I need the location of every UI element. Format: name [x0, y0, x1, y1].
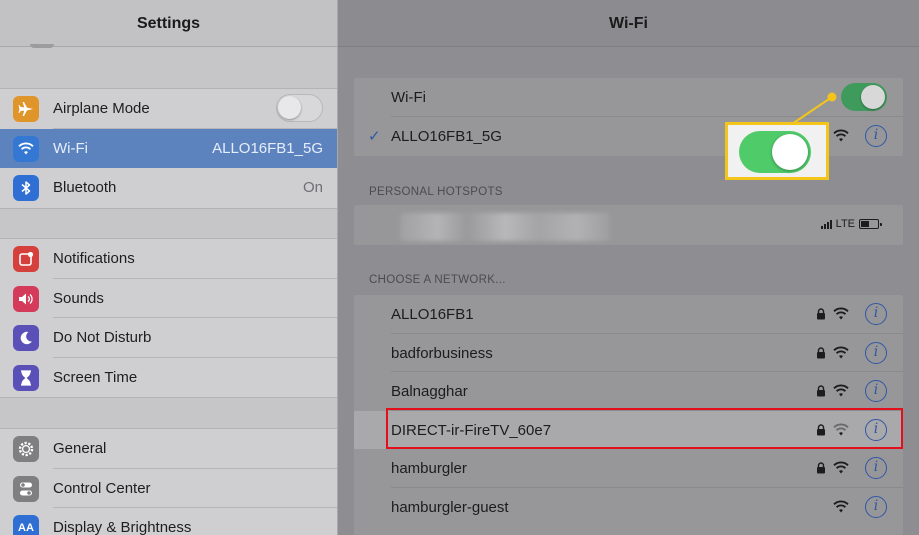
info-icon[interactable]: i [865, 380, 887, 402]
highlighted-network-box [386, 408, 903, 449]
airplane-icon [13, 96, 39, 122]
gear-icon [13, 436, 39, 462]
sidebar-item-notifications[interactable]: Notifications [0, 239, 337, 279]
notifications-icon [13, 246, 39, 272]
wifi-signal-icon [833, 384, 849, 397]
switches-icon [13, 475, 39, 502]
sidebar-item-label: Control Center [53, 479, 151, 497]
sidebar-item-control-center[interactable]: Control Center [0, 469, 337, 508]
sidebar-item-general[interactable]: General [0, 429, 337, 469]
wifi-signal-icon [833, 461, 849, 474]
sidebar-item-display-brightness[interactable]: AA Display & Brightness [0, 508, 337, 535]
notifications-group: Notifications Sounds Do Not Disturb Scre… [0, 238, 337, 398]
wifi-toggle-callout [725, 122, 829, 180]
display-icon: AA [13, 515, 39, 535]
airplane-mode-toggle[interactable] [276, 94, 323, 122]
sidebar-title: Settings [136, 15, 201, 32]
network-name: hamburgler-guest [391, 498, 509, 516]
bluetooth-icon [13, 175, 39, 201]
sidebar-item-do-not-disturb[interactable]: Do Not Disturb [0, 318, 337, 358]
wifi-icon [13, 135, 39, 162]
hourglass-icon [13, 364, 39, 391]
scrolled-row-edge [30, 44, 54, 48]
info-icon[interactable]: i [865, 457, 887, 479]
hotspot-card: LTE [354, 205, 903, 245]
network-row[interactable]: badforbusiness i [354, 334, 903, 372]
hotspot-status: LTE [820, 218, 882, 230]
networks-header: CHOOSE A NETWORK... [369, 274, 506, 286]
checkmark-icon: ✓ [368, 127, 381, 145]
sidebar-item-label: General [53, 440, 107, 457]
info-icon[interactable]: i [865, 495, 887, 518]
sidebar-item-value: ALLO16FB1_5G [212, 139, 323, 157]
network-name: badforbusiness [391, 344, 493, 362]
wifi-signal-icon [833, 346, 849, 358]
moon-icon [13, 325, 39, 351]
network-name: ALLO16FB1 [391, 306, 474, 323]
sidebar-item-sounds[interactable]: Sounds [0, 279, 337, 318]
hotspot-row[interactable]: LTE [354, 205, 903, 244]
sidebar-item-bluetooth[interactable]: Bluetooth On [0, 168, 337, 208]
general-group: General Control Center AA Display & Brig… [0, 428, 337, 535]
lock-icon [817, 462, 825, 474]
network-row[interactable]: hamburgler i [354, 449, 903, 488]
lock-icon [817, 308, 825, 320]
lock-icon [817, 385, 825, 397]
wifi-signal-icon [833, 307, 849, 320]
wifi-toggle-label: Wi-Fi [391, 89, 426, 106]
blurred-hotspot-name [400, 213, 610, 241]
sidebar-item-wifi[interactable]: Wi-Fi ALLO16FB1_5G [0, 128, 337, 168]
detail-title: Wi-Fi [609, 15, 648, 32]
cellular-signal-icon [820, 219, 832, 229]
detail-header: Wi-Fi [338, 0, 919, 47]
network-row[interactable]: hamburgler-guest i [354, 488, 903, 527]
connected-network-name: ALLO16FB1_5G [391, 127, 502, 145]
sidebar-item-airplane-mode[interactable]: Airplane Mode [0, 89, 337, 129]
sidebar-item-screen-time[interactable]: Screen Time [0, 358, 337, 398]
sidebar-item-label: Sounds [53, 289, 104, 307]
wifi-toggle-row: Wi-Fi [354, 78, 903, 117]
wifi-toggle[interactable] [841, 83, 887, 111]
hotspots-header: PERSONAL HOTSPOTS [369, 186, 503, 198]
wifi-signal-icon [833, 500, 849, 512]
sidebar-item-label: Screen Time [53, 368, 138, 386]
lock-icon [817, 346, 825, 358]
sidebar-item-value: On [302, 179, 323, 196]
connectivity-group: Airplane Mode Wi-Fi ALLO16FB1_5G Bluetoo… [0, 88, 337, 209]
settings-sidebar: Settings Airplane Mode Wi-Fi ALLO16FB1_5… [0, 0, 337, 535]
speaker-icon [13, 285, 39, 312]
battery-icon [859, 219, 882, 229]
network-name: hamburgler [391, 460, 467, 477]
network-row[interactable]: ALLO16FB1 i [354, 295, 903, 334]
sidebar-item-label: Airplane Mode [53, 100, 150, 117]
info-icon[interactable]: i [865, 303, 887, 325]
zoomed-wifi-toggle [739, 131, 811, 173]
network-name: Balnagghar [391, 383, 468, 400]
wifi-signal-icon [833, 129, 849, 141]
info-icon[interactable]: i [865, 124, 887, 147]
sidebar-header: Settings [0, 0, 337, 48]
sidebar-item-label: Wi-Fi [53, 139, 88, 157]
network-row[interactable]: Balnagghar i [354, 372, 903, 411]
sidebar-item-label: Notifications [53, 250, 135, 267]
sidebar-item-label: Display & Brightness [53, 519, 192, 535]
hotspot-network-type: LTE [835, 218, 855, 230]
sidebar-item-label: Do Not Disturb [53, 329, 152, 346]
sidebar-item-label: Bluetooth [53, 179, 117, 196]
wifi-detail-pane: Wi-Fi Wi-Fi ✓ ALLO16FB1_5G i PERSONAL HO… [338, 0, 919, 535]
info-icon[interactable]: i [865, 341, 887, 364]
